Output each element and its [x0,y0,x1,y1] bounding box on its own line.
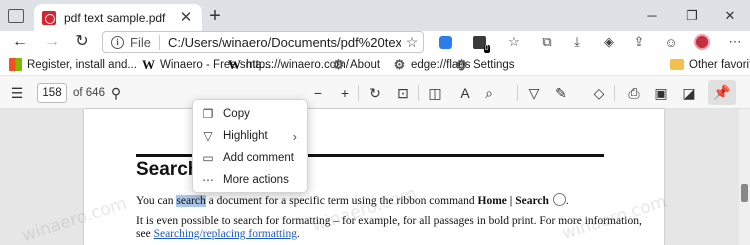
new-tab-button[interactable]: + [206,6,224,26]
pdf-file-icon [42,10,56,25]
minimize-button[interactable]: ─ [632,0,672,31]
document-heading: Search [136,159,200,180]
page-number-input[interactable]: 158 [37,83,67,103]
gear-icon: ⚙ [455,56,468,72]
divider [418,85,419,101]
other-favorites[interactable]: Other favorites [670,56,750,73]
gear-icon: ⚙ [332,56,345,72]
address-scheme: File [130,34,160,50]
contents-list-icon[interactable]: ☰ [8,84,26,102]
downloads-icon[interactable]: ⤓ [568,34,586,50]
divider [614,85,615,101]
smiley-feedback-icon[interactable]: ☺ [662,34,680,50]
gear-icon: ⚙ [393,56,406,72]
info-icon[interactable]: i [111,35,124,49]
close-window-button[interactable]: ✕ [710,0,750,31]
search-text-icon[interactable]: ⌕ [480,84,498,102]
tab-close-icon[interactable]: ✕ [178,9,194,26]
selection-context-menu: ❐ Copy ▽ Highlight › ▭ Add comment ⋯ Mor… [192,99,308,193]
formatting-link[interactable]: Searching/replacing formatting [154,228,297,240]
address-bar[interactable]: i File C:/Users/winaero/Documents/pdf%20… [102,31,424,53]
forward-button[interactable]: → [42,33,62,51]
navigation-bar: ← → ↻ i File C:/Users/winaero/Documents/… [0,31,750,53]
tab-title: pdf text sample.pdf [64,10,166,25]
paragraph-2-line-2: see Searching/replacing formatting. [136,228,300,240]
page-view-icon[interactable]: ◫ [426,84,444,102]
refresh-button[interactable]: ↻ [72,33,92,51]
extension-gray-icon[interactable]: ◈ [600,34,618,50]
tab-active[interactable]: pdf text sample.pdf ✕ [34,4,202,31]
save-as-icon[interactable]: ◪ [680,84,698,102]
print-icon[interactable]: ⎙ [625,84,643,102]
windows-grid-icon [9,58,22,71]
magnifier-icon [552,193,566,206]
menu-item-highlight[interactable]: ▽ Highlight › [193,125,307,147]
menu-item-copy[interactable]: ❐ Copy [193,103,307,125]
favorite-item[interactable]: W https://winaero.com/ [228,56,349,73]
paragraph-2-line-1: It is even possible to search for format… [136,215,642,227]
add-favorite-icon[interactable]: ☆ [401,34,423,51]
highlight-icon[interactable]: ▽ [525,84,543,102]
tab-strip: pdf text sample.pdf ✕ + ─ ❐ ✕ [0,0,750,31]
erase-icon[interactable]: ◇ [590,84,608,102]
zoom-in-icon[interactable]: + [336,84,354,102]
menu-item-more-actions[interactable]: ⋯ More actions [193,169,307,191]
collections-icon[interactable]: ⧉ [538,34,556,50]
favorite-item[interactable]: Register, install and... [9,56,137,73]
scroll-thumb[interactable] [741,184,748,202]
winaero-w-icon: W [228,56,241,72]
settings-more-icon[interactable]: ⋯ [726,34,744,50]
vertical-scrollbar[interactable] [739,109,750,245]
pdf-page: Search You can search a document for a s… [84,109,664,245]
back-button[interactable]: ← [10,33,30,51]
profile-avatar[interactable] [693,34,711,50]
selected-text[interactable]: search [176,195,206,207]
search-icon[interactable]: ⚲ [107,84,125,102]
paragraph-1: You can search a document for a specific… [136,193,569,207]
pin-toolbar-icon[interactable]: 📌 [708,80,736,105]
more-icon: ⋯ [202,173,214,187]
winaero-w-icon: W [142,56,155,72]
fit-page-icon[interactable]: ⊡ [394,84,412,102]
favorite-item[interactable]: ⚙ About [332,56,380,73]
page-total: of 646 [73,87,105,99]
favorites-bar: Register, install and... W Winaero - Fre… [0,53,750,76]
pdf-toolbar: ☰ 158 of 646 ⚲ − + ↻ ⊡ ◫ A ⌕ ▽ ✎ ◇ ⎙ ▣ ◪… [0,76,750,109]
highlighter-icon: ▽ [203,129,213,143]
tab-actions-icon[interactable] [8,9,24,23]
divider [517,85,518,101]
chevron-right-icon: › [292,128,297,144]
folder-icon [670,59,684,70]
divider [358,85,359,101]
address-url[interactable]: C:/Users/winaero/Documents/pdf%20text%2… [168,35,401,50]
extension-blue-icon[interactable] [436,34,454,50]
rotate-icon[interactable]: ↻ [366,84,384,102]
draw-icon[interactable]: ✎ [552,84,570,102]
extension-badge-icon[interactable] [470,34,490,53]
comment-icon: ▭ [202,151,214,165]
document-viewport: Search You can search a document for a s… [0,109,750,245]
read-aloud-icon[interactable]: A [456,84,474,102]
copy-icon: ❐ [202,107,214,121]
favorite-item[interactable]: ⚙ Settings [455,56,515,73]
share-icon[interactable]: ⇪ [630,34,648,50]
menu-item-add-comment[interactable]: ▭ Add comment [193,147,307,169]
restore-button[interactable]: ❐ [672,0,712,31]
favorites-icon[interactable]: ☆ [505,34,523,50]
save-icon[interactable]: ▣ [652,84,670,102]
zoom-out-icon[interactable]: − [309,84,327,102]
